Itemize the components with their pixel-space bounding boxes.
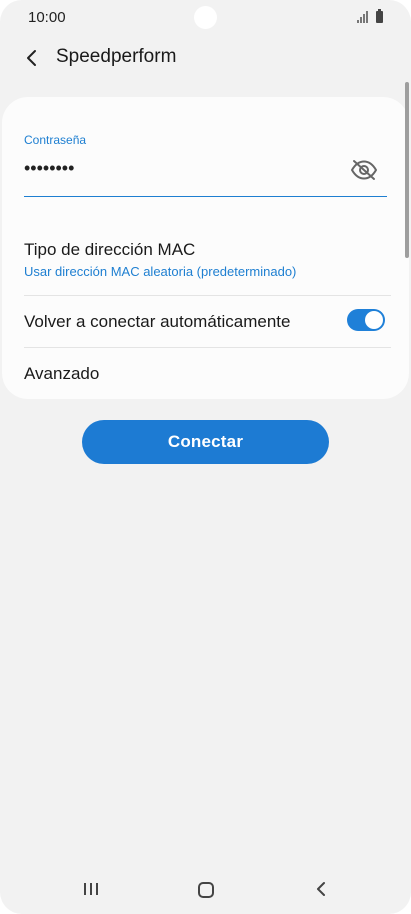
auto-reconnect-toggle[interactable] xyxy=(347,309,385,331)
divider xyxy=(24,295,391,296)
password-underline xyxy=(24,196,387,197)
eye-off-icon xyxy=(351,160,377,180)
auto-reconnect-label: Volver a conectar automáticamente xyxy=(24,312,291,331)
recents-button[interactable] xyxy=(78,876,104,902)
mac-type-value: Usar dirección MAC aleatoria (predetermi… xyxy=(24,264,297,279)
signal-icon xyxy=(357,11,368,23)
password-input[interactable]: •••••••• xyxy=(24,157,74,179)
recents-icon xyxy=(84,883,98,895)
home-button[interactable] xyxy=(192,876,220,904)
auto-reconnect-row[interactable]: Volver a conectar automáticamente xyxy=(24,312,389,332)
show-password-button[interactable] xyxy=(349,155,379,185)
navigation-bar xyxy=(0,866,411,914)
status-time: 10:00 xyxy=(28,9,66,26)
back-button[interactable] xyxy=(16,42,48,74)
back-icon xyxy=(317,882,325,896)
toggle-knob xyxy=(365,311,383,329)
mac-type-row[interactable]: Tipo de dirección MAC Usar dirección MAC… xyxy=(24,240,389,279)
status-icons xyxy=(357,9,383,23)
network-settings-card: Contraseña •••••••• Tipo de dirección MA… xyxy=(2,97,409,399)
nav-back-button[interactable] xyxy=(308,876,334,902)
advanced-row[interactable]: Avanzado xyxy=(24,364,389,384)
wifi-connect-screen: 10:00 Speedperform Contraseña •••••••• T… xyxy=(0,0,411,914)
front-camera xyxy=(194,6,217,29)
divider xyxy=(24,347,391,348)
mac-type-title: Tipo de dirección MAC xyxy=(24,240,196,259)
password-label: Contraseña xyxy=(24,133,87,147)
battery-icon xyxy=(376,9,383,23)
advanced-label: Avanzado xyxy=(24,364,100,383)
connect-button[interactable]: Conectar xyxy=(82,420,329,464)
home-icon xyxy=(198,882,214,898)
status-bar: 10:00 xyxy=(0,0,411,36)
scrollbar[interactable] xyxy=(405,82,409,258)
header: Speedperform xyxy=(0,38,411,78)
chevron-left-icon xyxy=(27,50,36,66)
page-title: Speedperform xyxy=(56,46,177,67)
